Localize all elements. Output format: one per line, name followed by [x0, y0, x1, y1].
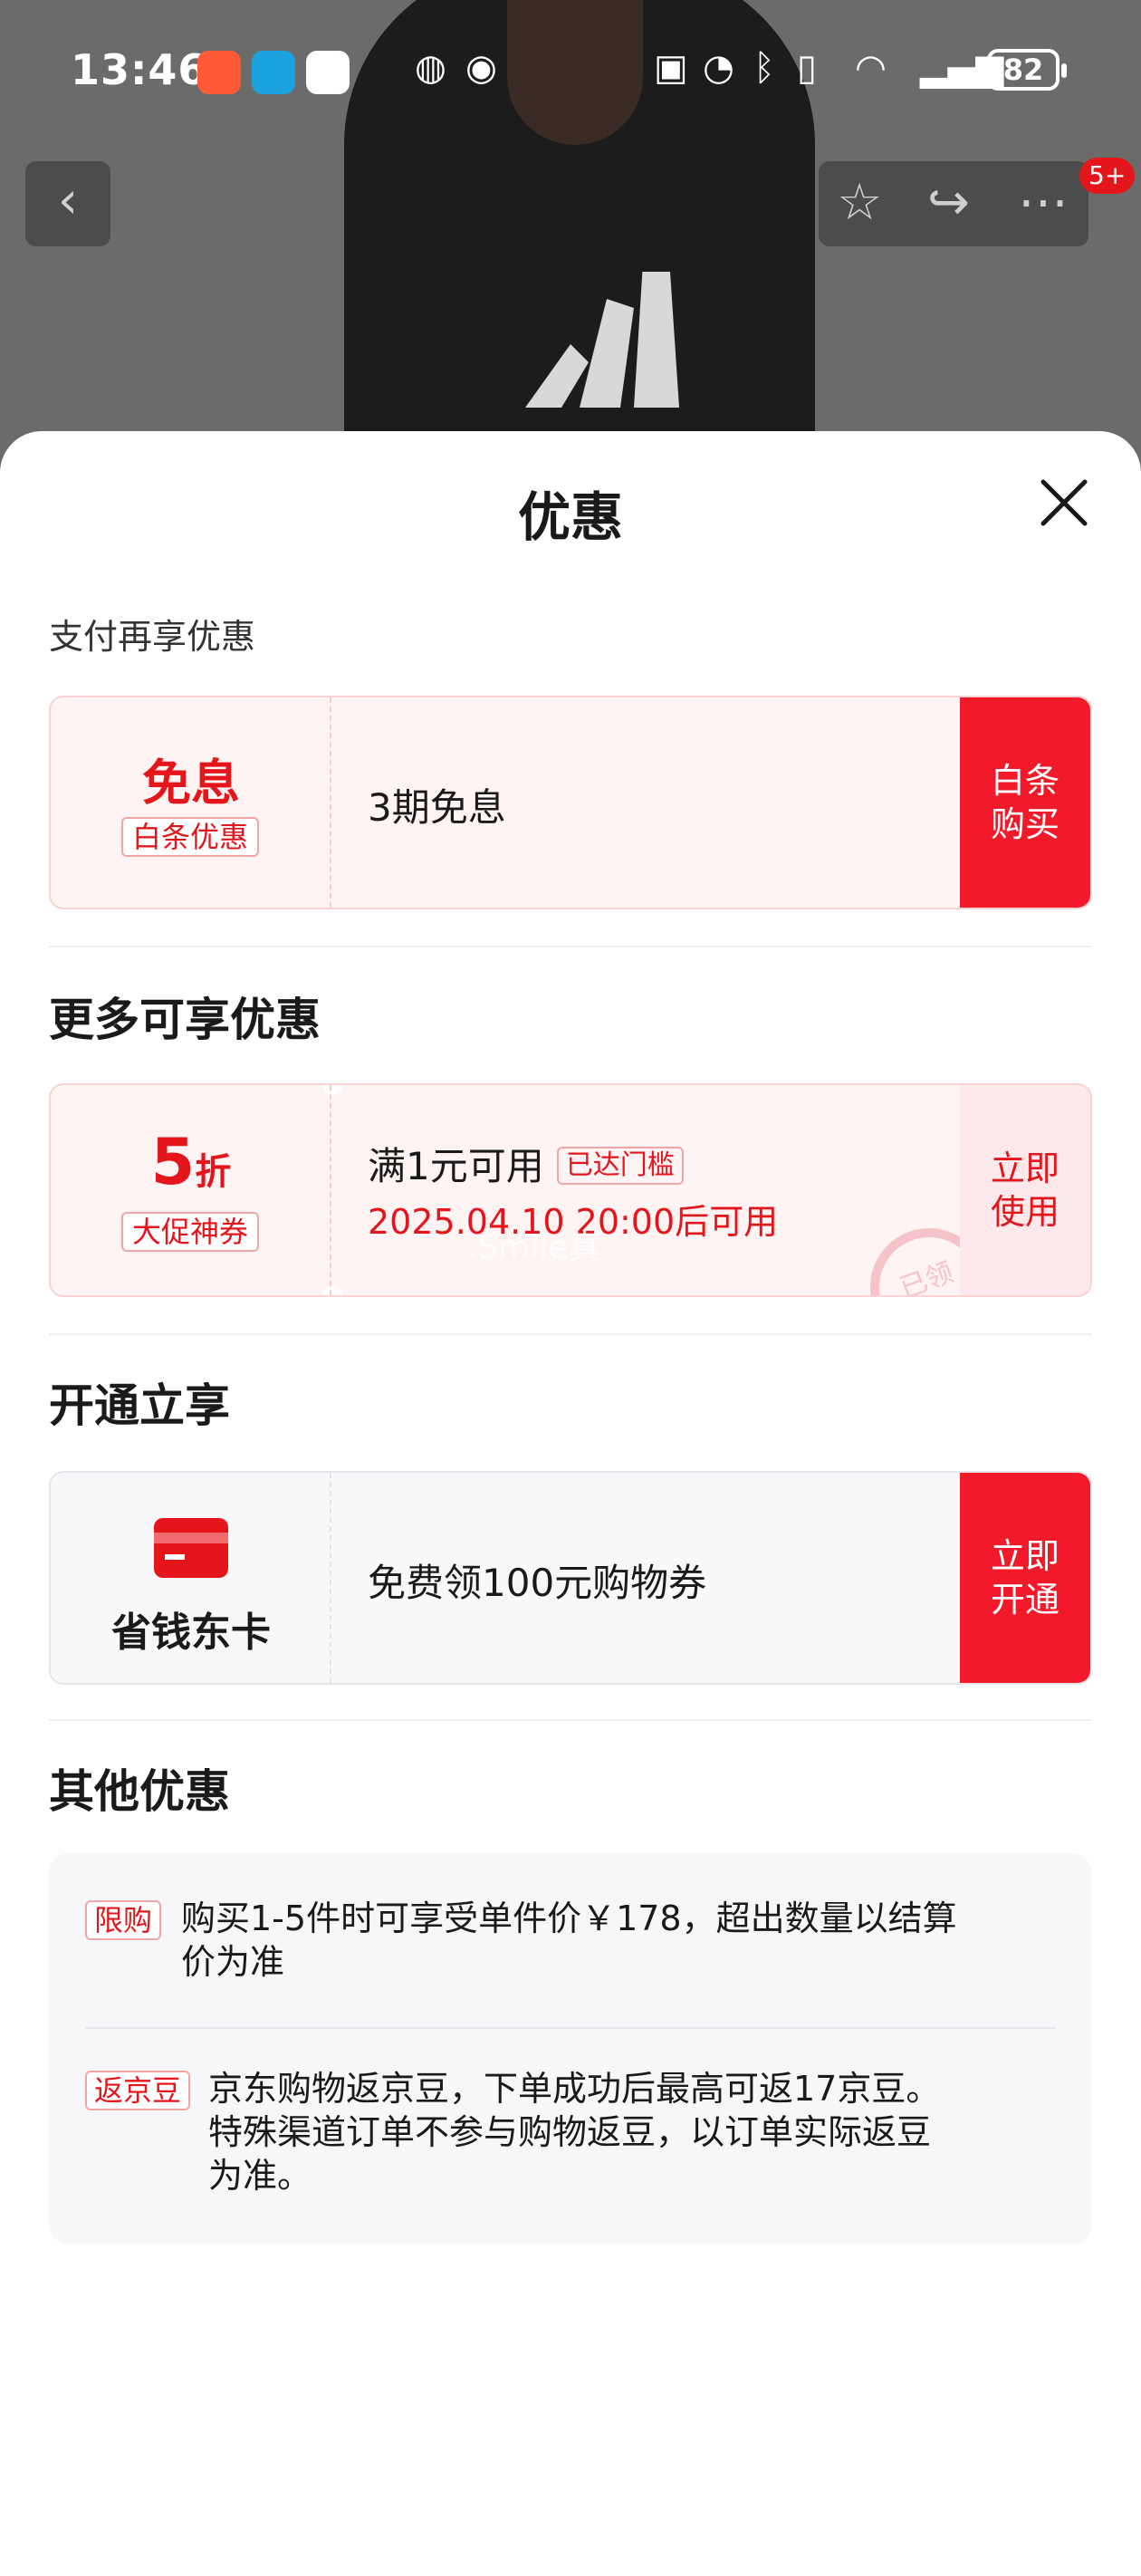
status-time: 13:46: [71, 45, 208, 94]
divider: [49, 1719, 1092, 1721]
app-icon-2: [252, 51, 295, 94]
brand-logo-mark: [525, 272, 679, 408]
text-line: 价为准: [181, 1942, 285, 1982]
coupon-condition: 满1元可用 已达门槛: [368, 1136, 684, 1191]
divider: [85, 2027, 1056, 2029]
coupon-main-text: 3期免息: [368, 785, 506, 830]
top-action-group: ☆ ↪ ⋯: [819, 161, 1088, 246]
text-line: 购买1-5件时可享受单件价￥178，超出数量以结算: [181, 1898, 957, 1938]
button-label-line1: 白条: [990, 761, 1060, 801]
purchase-limit-text: 购买1-5件时可享受单件价￥178，超出数量以结算 价为准: [181, 1897, 957, 1984]
hd-icon: ◍: [415, 47, 446, 89]
coupon-condition-text: 满1元可用: [368, 1144, 544, 1188]
qq-icon: [306, 51, 350, 94]
open-now-button[interactable]: 立即 开通: [960, 1473, 1090, 1683]
back-button[interactable]: ‹: [25, 161, 110, 246]
favorite-star-icon[interactable]: ☆: [837, 174, 882, 232]
battery-icon: 82: [987, 49, 1067, 91]
sheet-title: 优惠: [517, 486, 623, 548]
discount-coupon-card[interactable]: 5折 大促神券 满1元可用 已达门槛 2025.04.10 20:00后可用 .S…: [49, 1083, 1092, 1297]
coupon-left: 省钱东卡: [51, 1473, 331, 1683]
savings-card-name: 省钱东卡: [111, 1610, 271, 1656]
app-icon-1: [197, 51, 241, 94]
share-icon[interactable]: ↪: [927, 174, 970, 232]
text-line: 为准。: [208, 2156, 312, 2196]
button-label-line2: 使用: [990, 1192, 1060, 1232]
baitiao-coupon-card[interactable]: 免息 白条优惠 3期免息 白条 购买: [49, 696, 1092, 909]
purchase-limit-tag: 限购: [85, 1900, 162, 1940]
discount-sheet: 优惠 支付再享优惠 免息 白条优惠 3期免息 白条 购买 更多可享优惠 5折 大…: [0, 431, 1141, 2576]
button-label-line2: 开通: [990, 1580, 1060, 1620]
divider: [49, 1333, 1092, 1335]
savings-card-offer[interactable]: 省钱东卡 免费领100元购物券 立即 开通: [49, 1471, 1092, 1685]
alarm-icon: ◔: [703, 47, 734, 89]
discount-number: 5: [150, 1125, 196, 1199]
text-line: 特殊渠道订单不参与购物返豆，以订单实际返豆: [208, 2112, 932, 2152]
coupon-left-tag: 大促神券: [120, 1212, 260, 1252]
status-bar: 13:46 ◍ ◉ ▣ ◔ ᛒ ▯ ◠ ▂▄▆ 82: [0, 0, 1141, 136]
close-icon[interactable]: [1032, 471, 1096, 534]
threshold-reached-tag: 已达门槛: [556, 1147, 684, 1185]
jingdou-rebate-text: 京东购物返京豆，下单成功后最高可返17京豆。 特殊渠道订单不参与购物返豆，以订单…: [208, 2067, 940, 2197]
divider: [49, 946, 1092, 947]
wifi-icon: ◠: [855, 47, 887, 89]
open-section-label: 开通立享: [49, 1379, 230, 1432]
use-now-button[interactable]: 立即 使用: [960, 1085, 1090, 1295]
coupon-left: 免息 白条优惠: [51, 697, 331, 908]
pay-section-label: 支付再享优惠: [49, 617, 256, 657]
more-icon[interactable]: ⋯: [1018, 174, 1069, 232]
button-label-line1: 立即: [990, 1536, 1060, 1576]
chevron-left-icon: ‹: [57, 171, 79, 230]
jingdou-rebate-tag: 返京豆: [85, 2071, 191, 2110]
membership-card-icon: [154, 1518, 228, 1578]
coupon-left-tag: 白条优惠: [120, 817, 260, 857]
vibrate-icon: ▯: [797, 47, 818, 89]
other-offers-box: 限购 购买1-5件时可享受单件价￥178，超出数量以结算 价为准 返京豆 京东购…: [49, 1853, 1092, 2244]
offer-main-text: 免费领100元购物券: [368, 1561, 707, 1605]
eye-icon: ◉: [465, 47, 497, 89]
discount-unit: 折: [195, 1151, 232, 1193]
more-section-label: 更多可享优惠: [49, 994, 321, 1046]
coupon-left: 5折 大促神券: [51, 1085, 331, 1295]
message-count-badge: 5+: [1079, 158, 1136, 194]
bluetooth-icon: ᛒ: [753, 47, 775, 89]
button-label-line2: 购买: [990, 804, 1060, 844]
watermark-text: .Smile真: [467, 1229, 601, 1266]
other-section-label: 其他优惠: [49, 1765, 230, 1818]
baitiao-buy-button[interactable]: 白条 购买: [960, 697, 1090, 908]
coupon-left-title: 免息: [142, 755, 240, 812]
nfc-icon: ▣: [654, 47, 688, 89]
text-line: 京东购物返京豆，下单成功后最高可返17京豆。: [208, 2069, 941, 2109]
button-label-line1: 立即: [990, 1149, 1060, 1188]
coupon-discount: 5折: [51, 1125, 331, 1199]
